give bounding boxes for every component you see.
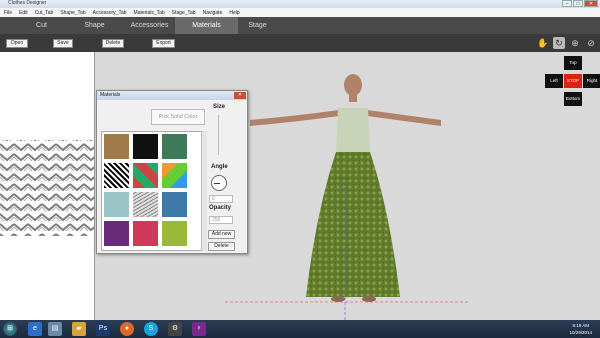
pick-solid-color-button[interactable]: Pick Solid Color (151, 109, 205, 125)
tab-shape[interactable]: Shape (63, 17, 126, 34)
material-swatch[interactable] (104, 192, 129, 217)
material-swatch[interactable] (162, 192, 187, 217)
delete-material-button[interactable]: Delete (208, 242, 235, 251)
ie-icon[interactable]: e (28, 322, 42, 336)
pattern-preview-panel (0, 52, 95, 320)
menu-bar: File Edit Cut_Tab Shape_Tab Accessory_Ta… (0, 8, 600, 17)
clothes-designer-icon[interactable]: ♀ (192, 322, 206, 336)
material-swatch[interactable] (162, 163, 187, 188)
opacity-input[interactable]: 255 (209, 216, 233, 224)
hand-pan-icon[interactable]: ✋ (537, 37, 549, 49)
taskbar: ⊞ e ▤ ▰ Ps ● S ⚙ ♀ 9:19 AM 10/29/2014 (0, 320, 600, 338)
material-swatch[interactable] (133, 134, 158, 159)
firefox-icon[interactable]: ● (120, 322, 134, 336)
clock-time: 9:19 AM (572, 323, 589, 328)
folder-icon[interactable]: ▰ (72, 322, 86, 336)
system-clock[interactable]: 9:19 AM 10/29/2014 (569, 322, 592, 336)
fit-view-icon[interactable]: ⊘ (585, 37, 597, 49)
material-swatch[interactable] (104, 250, 129, 251)
maximize-icon[interactable]: □ (573, 0, 583, 7)
zoom-icon[interactable]: ⊕ (569, 37, 581, 49)
opacity-label: Opacity (209, 205, 232, 211)
menu-navigate[interactable]: Navigate (203, 10, 223, 16)
size-slider[interactable] (218, 115, 219, 155)
material-swatch[interactable] (104, 163, 129, 188)
material-swatch[interactable] (133, 221, 158, 246)
photoshop-icon[interactable]: Ps (96, 322, 110, 336)
materials-dialog-title: Materials ✕ (97, 91, 247, 100)
angle-dial[interactable] (211, 175, 227, 191)
tab-accessories[interactable]: Accessories (118, 17, 181, 34)
material-swatch[interactable] (104, 221, 129, 246)
window-title-bar: Clothes Designer – □ ✕ (0, 0, 600, 8)
size-label: Size (213, 104, 226, 110)
material-controls: Size Angle 0 Opacity 255 Add new Delete (207, 101, 249, 253)
media-icon[interactable]: ▤ (48, 322, 62, 336)
angle-label: Angle (211, 164, 228, 170)
tab-bar: Cut Shape Accessories Materials Stage (0, 17, 600, 34)
material-swatch[interactable] (133, 163, 158, 188)
app-icon[interactable]: ⚙ (168, 322, 182, 336)
skype-icon[interactable]: S (144, 322, 158, 336)
tab-stage[interactable]: Stage (226, 17, 289, 34)
toolbar: Open Save Delete Export ✋ ↻ ⊕ ⊘ (0, 34, 600, 52)
dialog-close-icon[interactable]: ✕ (234, 92, 246, 99)
material-swatch-grid (101, 131, 207, 251)
open-button[interactable]: Open (6, 39, 28, 48)
material-swatch[interactable] (133, 192, 158, 217)
material-swatch[interactable] (104, 134, 129, 159)
rotate-icon[interactable]: ↻ (553, 37, 565, 49)
menu-materials-tab[interactable]: Materials_Tab (134, 10, 165, 16)
menu-edit[interactable]: Edit (19, 10, 28, 16)
save-button[interactable]: Save (53, 39, 73, 48)
menu-cut-tab[interactable]: Cut_Tab (35, 10, 54, 16)
material-swatch[interactable] (162, 134, 187, 159)
angle-dial-needle (214, 183, 220, 184)
view-left-button[interactable]: Left (545, 74, 563, 88)
minimize-icon[interactable]: – (562, 0, 572, 7)
window-controls: – □ ✕ (562, 0, 598, 7)
view-right-button[interactable]: Right (583, 74, 600, 88)
window-title: Clothes Designer (8, 0, 47, 6)
menu-help[interactable]: Help (229, 10, 239, 16)
menu-shape-tab[interactable]: Shape_Tab (60, 10, 85, 16)
close-icon[interactable]: ✕ (584, 0, 598, 7)
materials-dialog-title-text: Materials (100, 92, 121, 98)
start-button[interactable]: ⊞ (3, 322, 17, 336)
delete-button[interactable]: Delete (102, 39, 124, 48)
menu-stage-tab[interactable]: Stage_Tab (172, 10, 196, 16)
materials-dialog: Materials ✕ Pick Solid Color Size Angle … (96, 90, 248, 254)
pattern-preview-image (0, 140, 94, 236)
view-bottom-button[interactable]: Bottom (564, 92, 582, 106)
menu-file[interactable]: File (4, 10, 12, 16)
export-button[interactable]: Export (152, 39, 175, 48)
clock-date: 10/29/2014 (569, 330, 592, 335)
stop-button[interactable]: STOP (564, 74, 582, 88)
menu-accessory-tab[interactable]: Accessory_Tab (93, 10, 127, 16)
material-swatch[interactable] (162, 221, 187, 246)
add-new-button[interactable]: Add new (208, 230, 235, 239)
angle-input[interactable]: 0 (209, 195, 233, 203)
view-top-button[interactable]: Top (564, 56, 582, 70)
